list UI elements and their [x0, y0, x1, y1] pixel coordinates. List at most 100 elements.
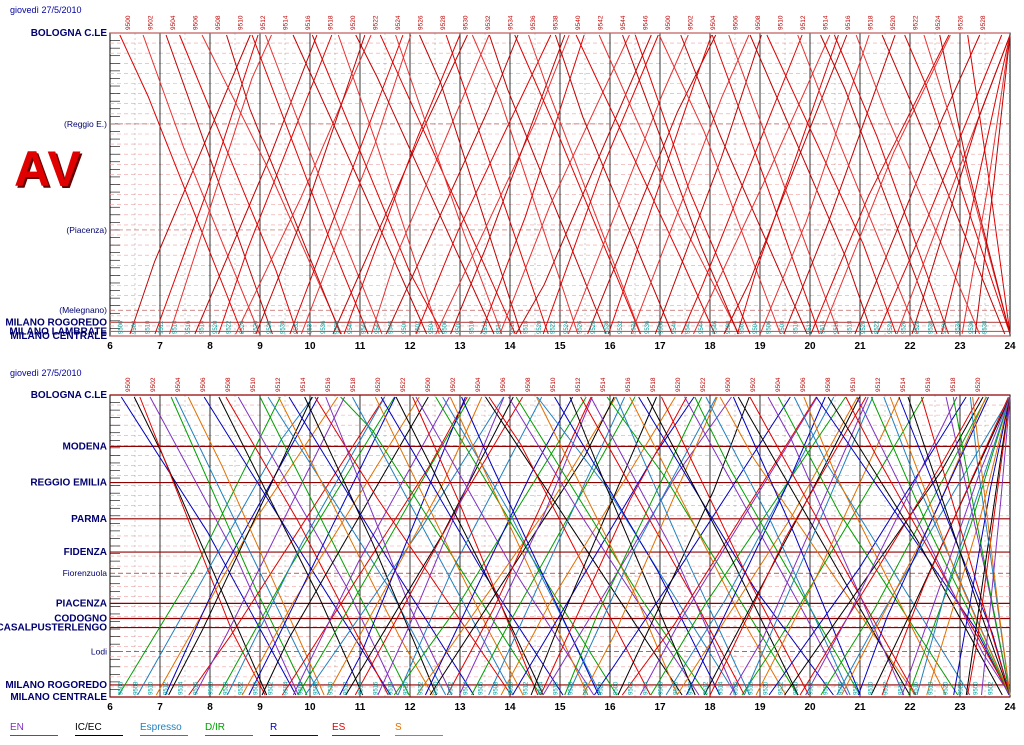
- chart1-train-number-label-bottom: 9518: [929, 681, 935, 695]
- chart1-x-tick-label: 10: [304, 702, 316, 713]
- chart1-station-label: MODENA: [63, 441, 107, 452]
- chart0-train-number-label-bottom: 9508: [456, 320, 462, 334]
- chart1-station-label: Lodi: [91, 647, 107, 657]
- chart1-train-number-label-bottom: 9512: [524, 681, 530, 695]
- chart1-train-number-label-bottom: 9522: [599, 681, 605, 695]
- chart0-train-number-label-bottom: 9510: [794, 320, 800, 334]
- chart0-train-number-label-bottom: 9546: [389, 320, 395, 334]
- chart0-train-number-label-bottom: 9542: [686, 320, 692, 334]
- chart0-x-tick-label: 18: [704, 341, 716, 352]
- chart0-train-number-label-bottom: 9510: [470, 320, 476, 334]
- chart1-train-number-label-bottom: 9506: [659, 681, 665, 695]
- chart1-train-number-label-bottom: 9516: [914, 681, 920, 695]
- chart0-train-number-label-bottom: 9540: [348, 320, 354, 334]
- chart0-train-number-label-bottom: 9534: [956, 320, 962, 334]
- chart1-train-number-label: 9504: [775, 377, 782, 392]
- chart1-train-number-label: 9512: [875, 377, 882, 392]
- chart0-train-number-label-bottom: 9530: [605, 320, 611, 334]
- legend-item-es: ES: [332, 722, 380, 736]
- chart1-train-number-label-bottom: 9520: [944, 681, 950, 695]
- chart0-train-number-label: 9546: [643, 15, 650, 30]
- chart1-train-number-label-bottom: 9508: [854, 681, 860, 695]
- chart0-x-tick-label: 24: [1004, 341, 1016, 352]
- chart0-train-number-label: 9514: [823, 15, 830, 30]
- chart1-x-tick-label: 21: [854, 702, 866, 713]
- chart0-x-tick-label: 22: [904, 341, 916, 352]
- chart0-train-number-label: 9520: [350, 15, 357, 30]
- chart1-train-number-label-bottom: 9514: [179, 681, 185, 695]
- chart0-train-number-label: 9522: [913, 15, 920, 30]
- chart0-train-number-label-bottom: 9508: [132, 320, 138, 334]
- chart0-train-number-label: 9516: [305, 15, 312, 30]
- legend-item-s: S: [395, 722, 443, 736]
- chart1-train-number-label: 9506: [800, 377, 807, 392]
- chart0-train-path: [337, 34, 440, 335]
- chart0-x-tick-label: 10: [304, 341, 316, 352]
- chart0-train-number-label-bottom: 9532: [618, 320, 624, 334]
- chart0-train-number-label-bottom: 9504: [753, 320, 759, 334]
- chart0-train-number-label-bottom: 9544: [699, 320, 705, 334]
- chart0-train-number-label: 9500: [665, 15, 672, 30]
- chart0-train-number-label-bottom: 9538: [335, 320, 341, 334]
- chart1-train-number-label-bottom: 9504: [464, 681, 470, 695]
- chart1-train-number-label: 9520: [675, 377, 682, 392]
- chart0-train-number-label-bottom: 9522: [551, 320, 557, 334]
- legend-item-en: EN: [10, 722, 58, 736]
- chart1-x-tick-label: 12: [404, 702, 416, 713]
- chart0-train-number-label: 9508: [755, 15, 762, 30]
- chart0-x-tick-label: 11: [355, 341, 366, 352]
- chart0-x-tick-label: 20: [804, 341, 816, 352]
- chart1-train-number-label-bottom: 9502: [269, 681, 275, 695]
- chart0-train-number-label-bottom: 9522: [227, 320, 233, 334]
- chart1-train-number-label: 9518: [350, 377, 357, 392]
- chart1-x-tick-label: 16: [604, 702, 616, 713]
- chart0-train-number-label: 9508: [215, 15, 222, 30]
- chart1-train-number-label-bottom: 9510: [329, 681, 335, 695]
- chart0-train-number-label: 9526: [418, 15, 425, 30]
- chart1-station-label: FIDENZA: [64, 547, 107, 558]
- chart0-train-number-label: 9510: [238, 15, 245, 30]
- chart0-train-number-label-bottom: 9514: [173, 320, 179, 334]
- chart0-train-number-label-bottom: 9500: [402, 320, 408, 334]
- chart1-x-tick-label: 11: [355, 702, 366, 713]
- chart1-train-path: [442, 396, 602, 696]
- chart0-train-number-label-bottom: 9518: [524, 320, 530, 334]
- chart1-train-number-label: 9516: [925, 377, 932, 392]
- chart0-train-number-label: 9512: [800, 15, 807, 30]
- chart0-train-number-label-bottom: 9534: [308, 320, 314, 334]
- chart1-x-tick-label: 14: [504, 702, 516, 713]
- chart0-station-label: (Reggio E.): [64, 119, 107, 129]
- chart1-train-number-label-bottom: 9514: [359, 681, 365, 695]
- chart0-x-tick-label: 16: [604, 341, 616, 352]
- chart0-train-number-label-bottom: 9520: [537, 320, 543, 334]
- chart0-train-number-label-bottom: 9534: [632, 320, 638, 334]
- chart0-train-number-label: 9506: [733, 15, 740, 30]
- legend-item-d-ir: D/IR: [205, 722, 253, 736]
- chart1-train-number-label: 9508: [825, 377, 832, 392]
- chart1-train-number-label-bottom: 9522: [779, 681, 785, 695]
- legend-item-espresso: Espresso: [140, 722, 188, 736]
- chart1-train-number-label-bottom: 9502: [989, 681, 995, 695]
- chart1-station-label: BOLOGNA C.LE: [31, 390, 108, 401]
- legend: EN IC/EC Espresso D/IR R ES S: [0, 722, 1024, 742]
- chart0-train-number-label-bottom: 9528: [591, 320, 597, 334]
- chart1-train-number-label: 9514: [600, 377, 607, 392]
- chart1-train-number-label: 9516: [325, 377, 332, 392]
- chart1-train-number-label: 9516: [625, 377, 632, 392]
- chart1-train-number-label-bottom: 9502: [629, 681, 635, 695]
- chart0-train-number-label: 9526: [958, 15, 965, 30]
- chart1-train-number-label-bottom: 9508: [674, 681, 680, 695]
- chart0-train-number-label: 9524: [395, 15, 402, 30]
- chart1-train-number-label-bottom: 9500: [614, 681, 620, 695]
- chart1-train-number-label-bottom: 9518: [389, 681, 395, 695]
- chart0-train-number-label-bottom: 9524: [888, 320, 894, 334]
- chart0-train-number-label: 9502: [688, 15, 695, 30]
- chart1-train-number-label: 9512: [575, 377, 582, 392]
- chart0-train-number-label-bottom: 9530: [929, 320, 935, 334]
- chart1-train-number-label-bottom: 9518: [569, 681, 575, 695]
- chart1-x-tick-label: 7: [157, 702, 163, 713]
- chart0-train-number-label: 9518: [328, 15, 335, 30]
- chart0-train-number-label-bottom: 9510: [146, 320, 152, 334]
- chart0-train-number-label-bottom: 9518: [848, 320, 854, 334]
- chart1-station-label: MILANO ROGOREDO: [5, 680, 107, 691]
